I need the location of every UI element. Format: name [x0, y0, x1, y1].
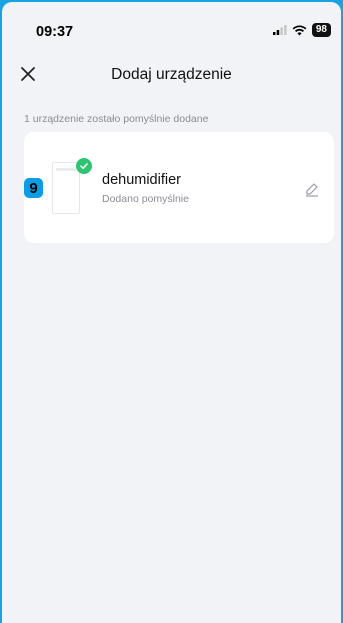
status-icons: 98	[272, 23, 331, 37]
battery-icon: 98	[311, 23, 331, 37]
signal-icon	[272, 25, 287, 35]
wifi-icon	[292, 24, 307, 35]
edit-name-button[interactable]	[304, 181, 320, 197]
screen: 09:37 98 Dodaj urządzenie 1 urządzenie z…	[2, 2, 341, 623]
edit-icon	[306, 183, 318, 197]
dehumidifier-image	[52, 162, 80, 214]
device-card[interactable]: 9 dehumidifier Dodano pomyślnie	[24, 132, 334, 243]
status-time: 09:37	[36, 24, 74, 40]
page-title: Dodaj urządzenie	[111, 66, 232, 83]
success-check-badge	[76, 158, 92, 174]
device-number-badge: 9	[24, 178, 43, 198]
device-name: dehumidifier	[102, 172, 181, 188]
device-status: Dodano pomyślnie	[102, 193, 189, 205]
added-info-text: 1 urządzenie zostało pomyślnie dodane	[24, 113, 209, 125]
navigation-bar: Dodaj urządzenie	[2, 54, 341, 94]
check-icon	[80, 163, 88, 169]
status-bar: 09:37 98	[2, 2, 341, 50]
